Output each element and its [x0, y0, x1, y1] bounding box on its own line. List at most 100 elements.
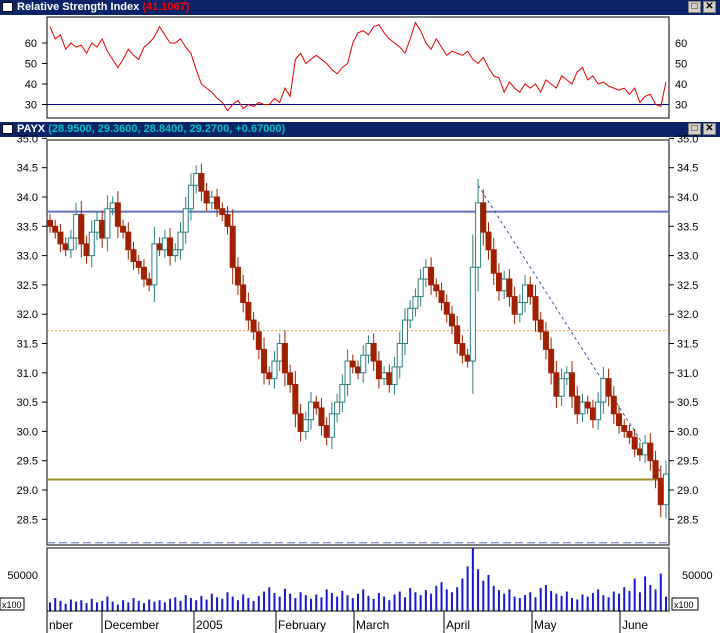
x-tick-label: April: [446, 618, 470, 632]
candle-body: [428, 266, 435, 286]
candle-body: [88, 231, 95, 257]
x-tick-label: 2005: [196, 618, 223, 632]
rsi-y-tick-right: 50: [675, 59, 687, 71]
x-tick-label: February: [278, 618, 326, 632]
panel-icon: [2, 2, 13, 12]
price-y-tick-left: 31.5: [17, 339, 38, 351]
price-y-tick-left: 31.0: [17, 368, 38, 380]
candle-body: [360, 354, 367, 374]
candle-body: [631, 436, 638, 450]
candle-body: [589, 407, 596, 421]
candle-body: [610, 395, 617, 415]
candle-body: [616, 413, 623, 427]
candle-body: [652, 460, 659, 479]
candle-body: [125, 231, 132, 251]
price-y-tick-left: 33.0: [17, 251, 38, 263]
price-y-tick-right: 32.5: [677, 280, 698, 292]
candle-body: [73, 214, 80, 239]
candle-body: [266, 372, 273, 380]
candle-body: [224, 214, 231, 227]
candle-body: [104, 208, 111, 239]
candle-body: [240, 284, 247, 303]
candle-body: [422, 266, 429, 280]
price-y-tick-left: 32.5: [17, 280, 38, 292]
candle-body: [281, 343, 288, 374]
candle-body: [542, 331, 549, 350]
candle-body: [464, 354, 471, 362]
price-y-tick-left: 34.0: [17, 192, 38, 204]
rsi-title-text: Relative Strength Index (41.1067): [17, 0, 189, 15]
price-maximize-button[interactable]: □: [688, 123, 701, 135]
candle-body: [78, 214, 85, 245]
x-tick-label: June: [622, 618, 648, 632]
candle-body: [475, 202, 482, 268]
rsi-maximize-button[interactable]: □: [688, 1, 701, 13]
candle-body: [344, 360, 351, 386]
rsi-y-tick-right: 30: [675, 100, 687, 112]
candle-body: [537, 319, 544, 333]
candle-body: [313, 401, 320, 409]
volume-plot-area: [46, 547, 670, 612]
candle-body: [208, 196, 215, 204]
rsi-plot-area: [46, 16, 670, 119]
price-y-tick-left: 28.5: [17, 514, 38, 526]
candle-body: [438, 290, 445, 303]
candle-body: [657, 477, 664, 506]
candle-body: [605, 378, 612, 397]
candle-body: [501, 278, 508, 292]
candle-body: [522, 284, 529, 303]
candle-body: [177, 231, 184, 251]
candle-body: [454, 325, 461, 345]
quote-values: (28.9500, 29.3600, 28.8400, 29.2700, +0.…: [48, 123, 286, 135]
price-y-tick-right: 29.5: [677, 456, 698, 468]
candle-body: [182, 208, 189, 233]
candle-body: [120, 225, 127, 233]
candle-body: [234, 266, 241, 286]
candle-body: [245, 301, 252, 321]
candle-body: [193, 173, 200, 186]
price-y-tick-right: 28.5: [677, 514, 698, 526]
candle-body: [563, 372, 570, 380]
candle-body: [621, 425, 628, 432]
price-y-tick-left: 30.0: [17, 426, 38, 438]
candle-body: [99, 219, 106, 239]
price-y-tick-left: 29.5: [17, 456, 38, 468]
volume-unit-label-left: x100: [2, 600, 22, 610]
rsi-title-bar: Relative Strength Index (41.1067) □ ✕: [0, 0, 720, 15]
candle-body: [642, 442, 649, 456]
candle-body: [67, 237, 74, 251]
candle-body: [339, 384, 346, 403]
candle-body: [203, 190, 210, 204]
symbol-label: PAYX: [17, 123, 46, 135]
candle-body: [187, 184, 194, 210]
candle-body: [386, 372, 393, 386]
candle-body: [135, 260, 142, 268]
candle-body: [584, 401, 591, 409]
candle-body: [334, 401, 341, 415]
candle-body: [574, 395, 581, 415]
candle-body: [511, 296, 518, 315]
candle-body: [349, 360, 356, 368]
candle-body: [558, 378, 565, 397]
rsi-close-button[interactable]: ✕: [703, 1, 716, 13]
candle-body: [381, 372, 388, 380]
price-close-button[interactable]: ✕: [703, 123, 716, 135]
candle-body: [647, 442, 654, 462]
price-y-tick-right: 34.0: [677, 192, 698, 204]
candle-body: [151, 243, 158, 286]
candle-body: [62, 243, 69, 251]
price-y-tick-left: 32.0: [17, 309, 38, 321]
candle-body: [250, 319, 257, 333]
price-y-tick-left: 30.5: [17, 397, 38, 409]
candle-body: [370, 343, 377, 362]
candle-body: [323, 425, 330, 438]
candle-body: [636, 448, 643, 456]
volume-unit-label-right: x100: [674, 600, 694, 610]
price-y-tick-left: 34.5: [17, 163, 38, 175]
candle-body: [276, 343, 283, 362]
candle-body: [469, 266, 476, 362]
candle-body: [109, 202, 116, 210]
candle-body: [229, 225, 236, 268]
rsi-y-tick-left: 40: [25, 79, 37, 91]
x-tick-label: May: [534, 618, 557, 632]
